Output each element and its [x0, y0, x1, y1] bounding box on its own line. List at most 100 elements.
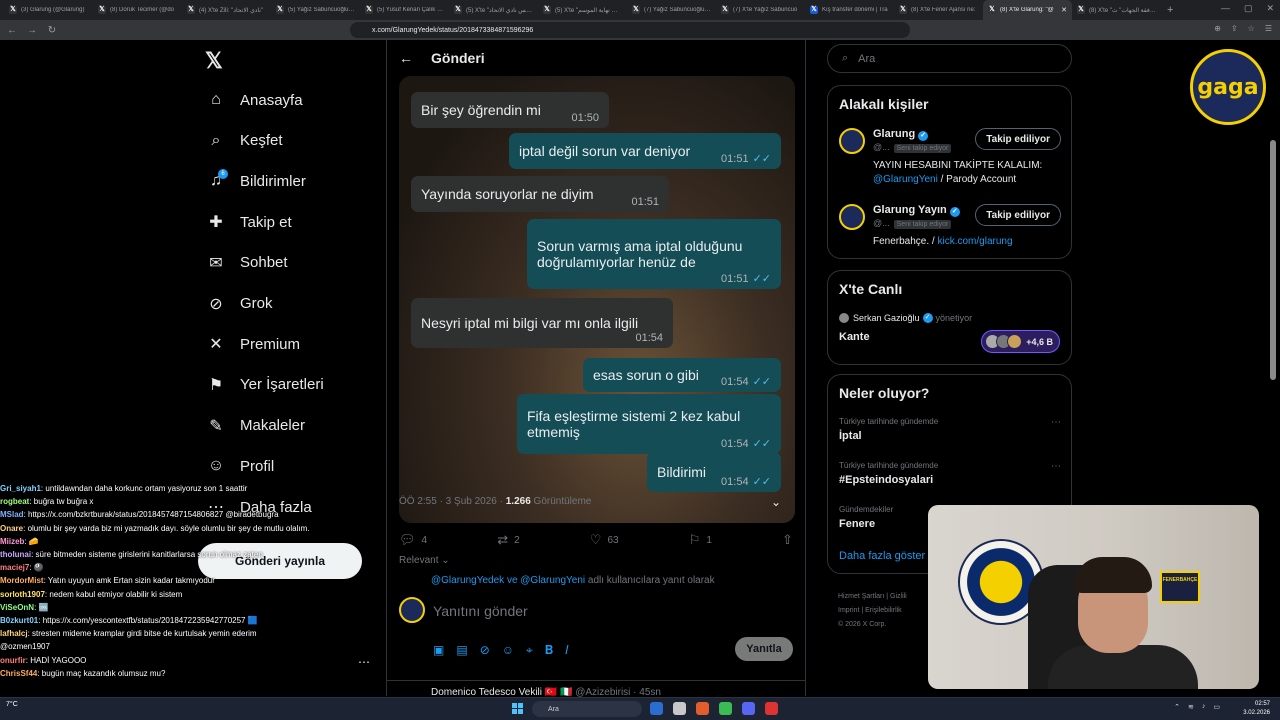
nav-item-articles[interactable]: ✎ Makaleler	[206, 414, 305, 438]
brave-icon[interactable]	[696, 702, 709, 715]
browser-tab[interactable]: 𝕏 (5) X'te "رئيس نادي الاتحاد"	[449, 0, 538, 20]
scrollbar[interactable]	[1270, 140, 1276, 380]
chat-username[interactable]: ViSeOnN	[0, 603, 34, 612]
gif-icon[interactable]: ▤	[456, 643, 467, 658]
taskbar-clock[interactable]: 02:57 3.02.2026	[1243, 700, 1270, 718]
nav-item-notifications[interactable]: ♫ 6 Bildirimler	[206, 169, 306, 193]
browser-tab[interactable]: 𝕏 (5) Yağız Sabuncuoğlu (@	[271, 0, 360, 20]
avatar[interactable]	[839, 128, 865, 154]
chat-username[interactable]: tholunai	[0, 550, 31, 559]
bookmark-action[interactable]: ⚐ 1	[689, 532, 712, 548]
browser-tab[interactable]: 𝕏 (8) X'te Fener Ajansı ne:	[894, 0, 983, 20]
chat-username[interactable]: MSlad	[0, 510, 24, 519]
browser-tab[interactable]: 𝕏 (7) X'te Yağız Sabuncuo	[716, 0, 805, 20]
app-icon[interactable]	[650, 702, 663, 715]
reply-button[interactable]: Yanıtla	[735, 637, 793, 661]
reply-to-mentions[interactable]: @GlarungYedek ve @GlarungYeni	[431, 575, 585, 586]
browser-tab[interactable]: 𝕏 (4) X'te Ziİi: "نادي الاتحاد"	[182, 0, 271, 20]
wifi-icon[interactable]: ≋	[1188, 703, 1194, 711]
nav-item-premium[interactable]: ✕ Premium	[206, 332, 300, 356]
file-explorer-icon[interactable]	[673, 702, 686, 715]
trend-item[interactable]: Türkiye tarihinde gündemde İptal ⋯	[839, 417, 1061, 442]
browser-tab[interactable]: 𝕏 Kış transfer dönemi | Tra	[805, 0, 894, 20]
repost-action[interactable]: ⇄ 2	[497, 532, 519, 548]
nav-item-profile[interactable]: ☺ Profil	[206, 454, 274, 478]
back-icon[interactable]: ←	[399, 50, 413, 66]
italic-icon[interactable]: 𝐼	[565, 643, 568, 658]
back-arrow-icon[interactable]: ←	[4, 25, 20, 36]
zoom-icon[interactable]: ⊕	[1214, 24, 1221, 33]
nav-item-follow[interactable]: ✚ Takip et	[206, 210, 291, 234]
footer-link[interactable]: Erişilebilirlik	[865, 607, 902, 614]
window-close-icon[interactable]: ✕	[1266, 3, 1274, 14]
nav-item-chat[interactable]: ✉ Sohbet	[206, 251, 287, 275]
trend-item[interactable]: Türkiye tarihinde gündemde #Epsteindosyal…	[839, 461, 1061, 486]
browser-tab[interactable]: 𝕏 (5) X'te "نادي نهاية الموسم"	[538, 0, 627, 20]
bio-link[interactable]: @GlarungYeni	[873, 174, 938, 185]
nav-item-bookmarks[interactable]: ⚑ Yer İşaretleri	[206, 373, 324, 397]
chat-username[interactable]: MordorMist	[0, 576, 44, 585]
reply-sort-dropdown[interactable]: Relevant ⌄	[399, 555, 450, 566]
person-name-row[interactable]: Glarung Yayın ✓	[873, 204, 960, 217]
nav-item-explore[interactable]: ⌕ Keşfet	[206, 129, 283, 153]
chat-username[interactable]: Gri_siyah1	[0, 484, 41, 493]
post-image-whatsapp-screenshot[interactable]: Bildirimi 01:54 ✓✓ Fifa eşleştirme sistemi …	[399, 76, 795, 523]
volume-icon[interactable]: ♪	[1202, 703, 1206, 711]
browser-tab[interactable]: 𝕏 (8) Doruk Tecimer (@do	[93, 0, 182, 20]
chrome-icon[interactable]	[719, 702, 732, 715]
battery-icon[interactable]: ▭	[1213, 703, 1220, 711]
taskbar-search[interactable]: Ara	[532, 701, 642, 717]
location-icon[interactable]: ⌖	[526, 643, 533, 658]
live-listeners-pill[interactable]: +4,6 B	[981, 330, 1060, 353]
footer-link[interactable]: Imprint	[838, 607, 859, 614]
minimize-icon[interactable]: —	[1221, 3, 1230, 14]
search-input[interactable]: ⌕ Ara	[827, 44, 1072, 73]
menu-icon[interactable]: ☰	[1265, 24, 1272, 33]
more-dots-icon[interactable]: ⋯	[1051, 417, 1061, 428]
browser-tab[interactable]: 𝕏 (5) Yusuf Kenan Çalık (@	[360, 0, 449, 20]
maximize-icon[interactable]: ▢	[1244, 3, 1253, 14]
nav-item-home[interactable]: ⌂ Anasayfa	[206, 88, 302, 112]
emoji-icon[interactable]: ☺	[502, 643, 514, 658]
address-bar[interactable]: x.com/GlarungYedek/status/20184733848715…	[350, 22, 910, 38]
next-reply-preview[interactable]: Domenico Tedesco Vekili 🇹🇷 🇮🇹 @Azizebiri…	[387, 680, 805, 698]
chat-username[interactable]: rogbeat	[0, 497, 29, 506]
discord-icon[interactable]	[742, 702, 755, 715]
x-logo-icon[interactable]: 𝕏	[205, 48, 223, 74]
nav-item-grok[interactable]: ⊘ Grok	[206, 292, 272, 316]
bold-icon[interactable]: 𝐁	[545, 643, 553, 658]
chat-username[interactable]: onurfir	[0, 656, 26, 665]
reply-action[interactable]: 💬︎ 4	[399, 532, 427, 548]
bookmark-star-icon[interactable]: ☆	[1248, 24, 1255, 33]
share-action[interactable]: ⇧	[782, 532, 793, 548]
reply-input[interactable]: Yanıtını gönder	[433, 603, 528, 619]
avatar[interactable]	[839, 204, 865, 230]
live-card[interactable]: X'te Canlı Serkan Gazioğlu ✓ yönetiyor K…	[827, 270, 1072, 365]
reload-icon[interactable]: ↻	[44, 25, 60, 36]
chat-username[interactable]: maciej7	[0, 563, 29, 572]
bio-link[interactable]: kick.com/glarung	[937, 236, 1012, 247]
grok-icon[interactable]: ⊘	[480, 643, 490, 658]
chat-username[interactable]: ChrisSf44	[0, 669, 37, 678]
footer-link[interactable]: Gizlili	[890, 593, 907, 600]
chevron-up-icon[interactable]: ⌃	[1174, 703, 1180, 711]
close-tab-icon[interactable]: ✕	[1061, 6, 1067, 14]
chat-username[interactable]: B0zkurt01	[0, 616, 38, 625]
following-button[interactable]: Takip ediliyor	[975, 204, 1061, 226]
chat-username[interactable]: Miizeb	[0, 537, 24, 546]
following-button[interactable]: Takip ediliyor	[975, 128, 1061, 150]
start-icon[interactable]	[512, 703, 523, 714]
chat-username[interactable]: Onare	[0, 524, 23, 533]
browser-tab[interactable]: 𝕏 (3) Glarung (@Glarung)	[4, 0, 93, 20]
share-icon[interactable]: ⇪	[1231, 24, 1238, 33]
more-dots-icon[interactable]: ⋯	[1051, 461, 1061, 472]
footer-link[interactable]: © 2026 X Corp.	[838, 621, 886, 628]
weather-widget[interactable]: 7°C	[6, 701, 18, 708]
chat-username[interactable]: sorloth1907	[0, 590, 45, 599]
image-icon[interactable]: ▣	[433, 643, 444, 658]
obs-icon[interactable]	[765, 702, 778, 715]
show-more-link[interactable]: Daha fazla göster	[839, 550, 925, 562]
browser-tab[interactable]: 𝕏 (8) X'te "موافقة الجهات" ث	[1072, 0, 1161, 20]
forward-arrow-icon[interactable]: →	[24, 25, 40, 36]
new-tab-button[interactable]: +	[1167, 4, 1173, 16]
